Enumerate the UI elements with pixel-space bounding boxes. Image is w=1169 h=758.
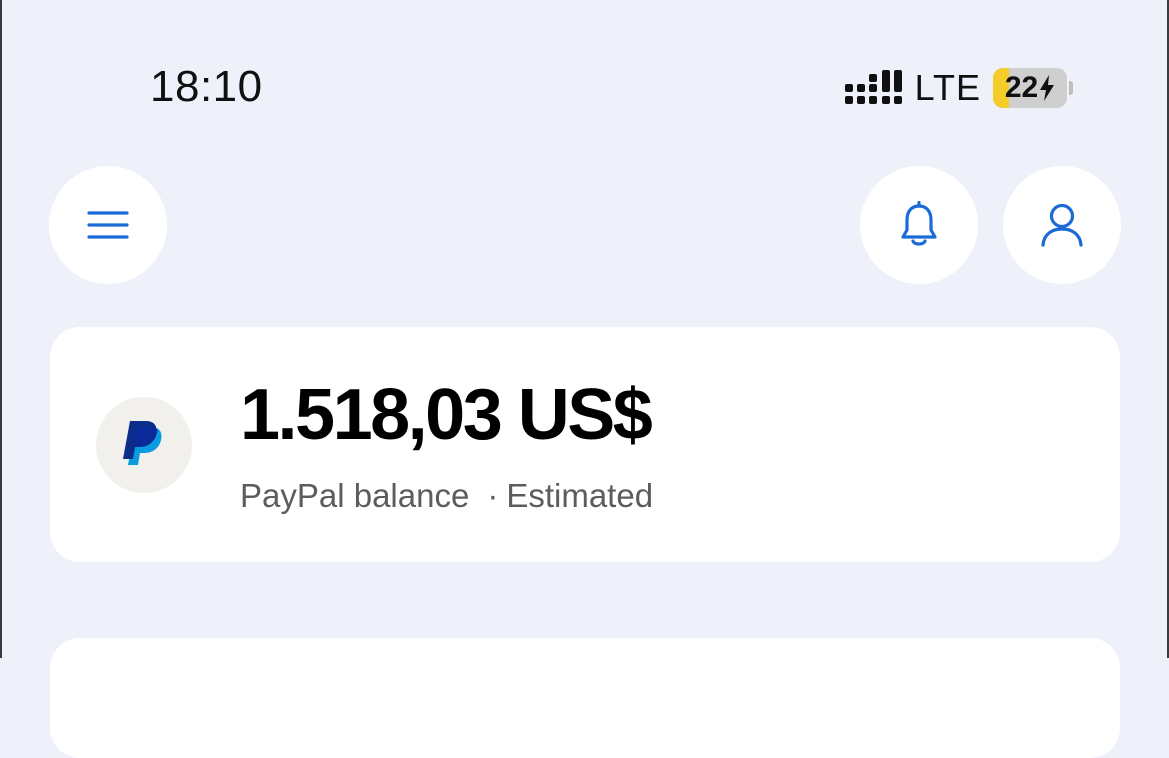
battery-level-value: 22 — [1004, 71, 1039, 104]
frame-edge-left — [0, 0, 2, 658]
network-type-label: LTE — [914, 67, 981, 108]
cellular-signal-icon — [844, 68, 903, 108]
bell-icon — [899, 201, 939, 249]
balance-status: Estimated — [506, 477, 654, 514]
battery-cap — [1069, 81, 1073, 95]
balance-amount: 1.518,03 US$ — [240, 375, 653, 455]
person-icon — [1040, 202, 1084, 248]
battery-indicator: 22 — [993, 68, 1067, 108]
balance-label: PayPal balance — [240, 477, 470, 514]
menu-button[interactable] — [49, 166, 167, 284]
status-time: 18:10 — [150, 62, 263, 111]
charging-bolt-icon — [1040, 75, 1055, 101]
balance-subtitle: PayPal balance · Estimated — [240, 477, 653, 515]
notifications-button[interactable] — [860, 166, 978, 284]
paypal-logo — [96, 397, 192, 493]
paypal-balance-card[interactable]: 1.518,03 US$ PayPal balance · Estimated — [50, 327, 1120, 562]
battery-level: 22 — [1005, 71, 1055, 105]
status-indicators: LTE 22 — [844, 66, 1073, 110]
balance-separator: · — [487, 477, 499, 514]
profile-button[interactable] — [1003, 166, 1121, 284]
hamburger-menu-icon — [87, 208, 129, 242]
next-card[interactable] — [50, 638, 1120, 758]
